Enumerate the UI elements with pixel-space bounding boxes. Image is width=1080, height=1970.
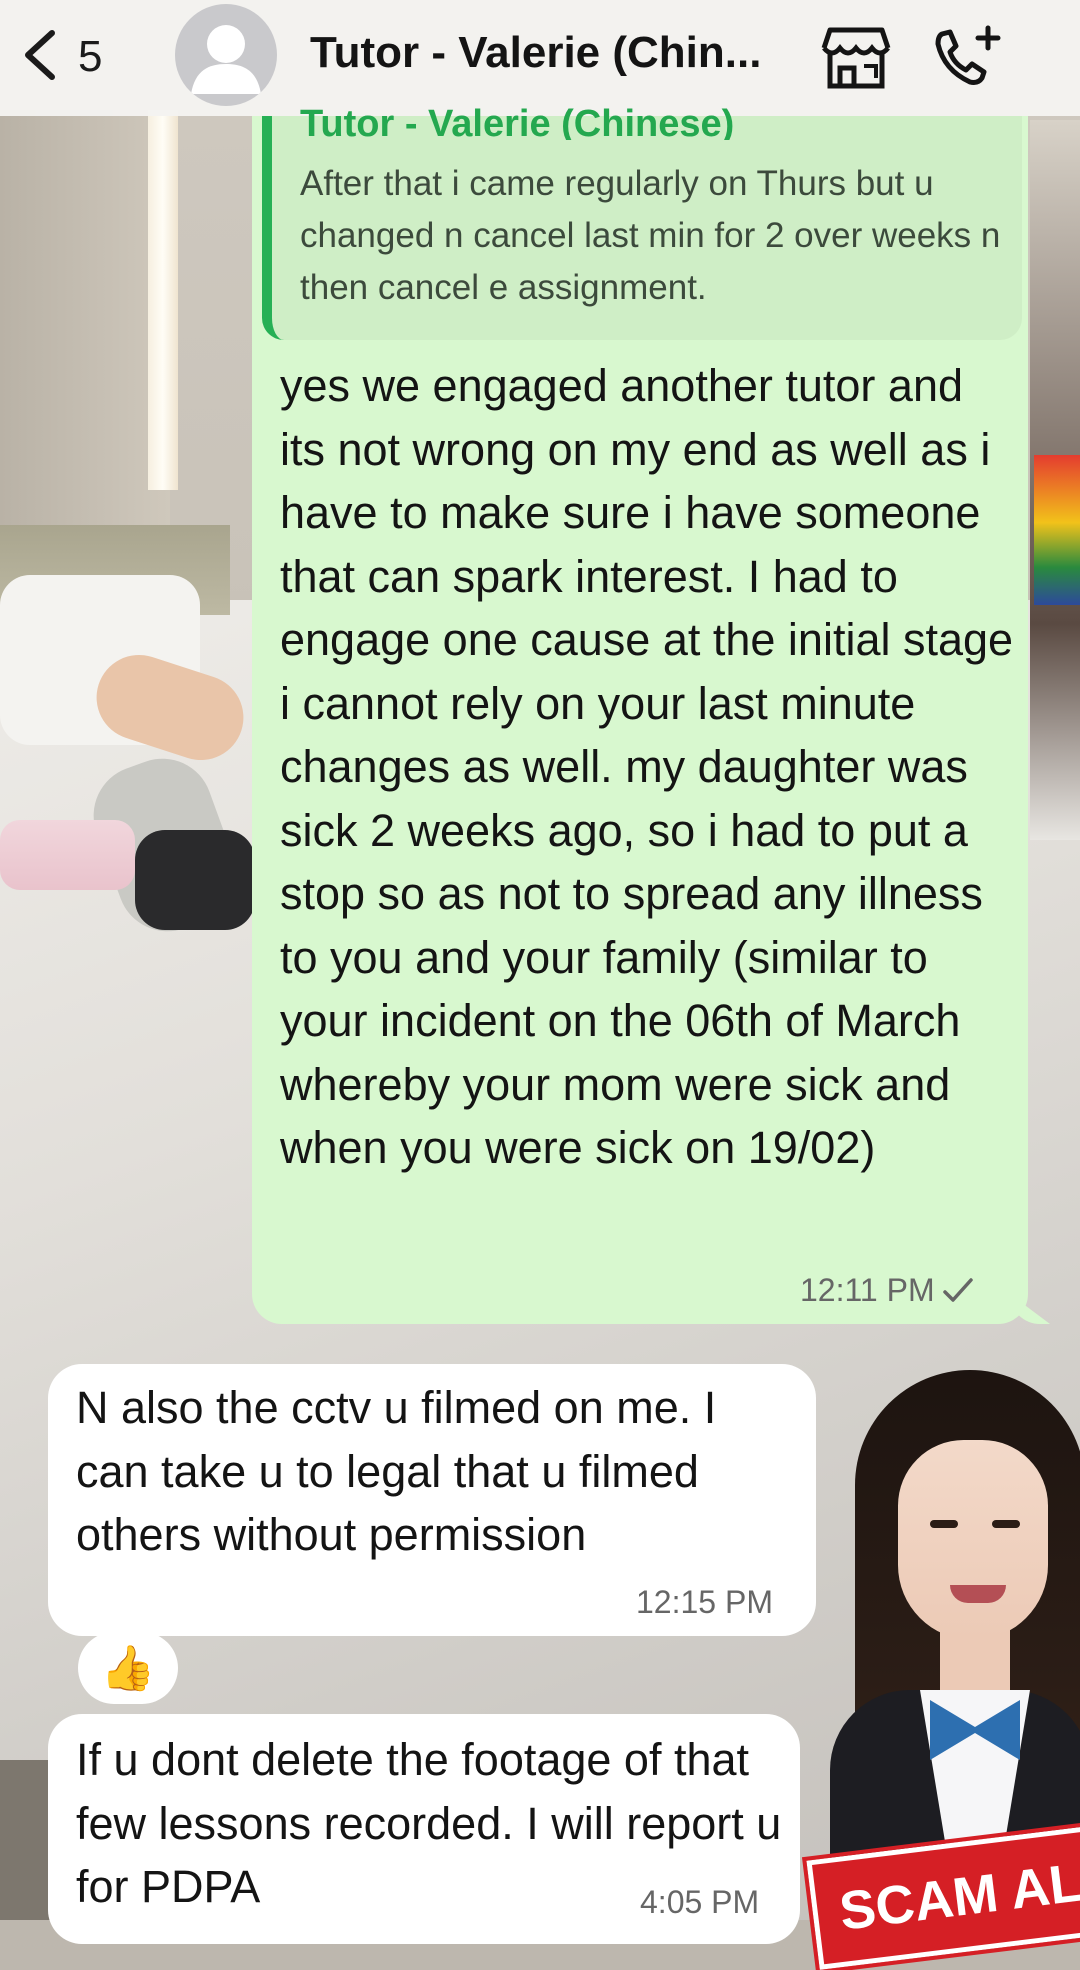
reaction-badge[interactable]: 👍 bbox=[78, 1632, 178, 1704]
sent-check-icon bbox=[941, 1276, 975, 1306]
thumbs-up-icon: 👍 bbox=[100, 1644, 156, 1693]
business-catalog-button[interactable] bbox=[818, 24, 894, 90]
wallpaper-blanket bbox=[0, 820, 135, 890]
wallpaper-lamp bbox=[148, 110, 178, 490]
wallpaper-toy bbox=[1034, 455, 1080, 605]
outgoing-message-meta: 12:11 PM bbox=[800, 1272, 975, 1309]
chevron-left-icon bbox=[18, 27, 62, 88]
back-button[interactable]: 5 bbox=[18, 22, 102, 92]
contact-name[interactable]: Tutor - Valerie (Chin... bbox=[310, 28, 790, 78]
outgoing-message-text: yes we engaged another tutor and its not… bbox=[280, 360, 1014, 1173]
add-call-icon bbox=[930, 25, 1006, 94]
contact-avatar[interactable] bbox=[175, 4, 277, 106]
portrait-eye bbox=[992, 1520, 1020, 1528]
incoming-message-text: N also the cctv u filmed on me. I can ta… bbox=[76, 1382, 717, 1560]
portrait-face bbox=[898, 1440, 1048, 1640]
message-time: 4:05 PM bbox=[640, 1884, 760, 1920]
quoted-author: Tutor - Valerie (Chinese) bbox=[300, 103, 735, 140]
quoted-text: After that i came regularly on Thurs but… bbox=[300, 164, 1001, 307]
message-time: 12:15 PM bbox=[636, 1584, 773, 1620]
wallpaper-headboard bbox=[0, 110, 170, 530]
voice-call-button[interactable] bbox=[930, 24, 1006, 90]
message-time: 12:11 PM bbox=[800, 1272, 935, 1308]
unread-count: 5 bbox=[78, 32, 103, 81]
storefront-icon bbox=[818, 27, 894, 94]
portrait-eye bbox=[930, 1520, 958, 1528]
avatar-placeholder-icon bbox=[175, 25, 277, 106]
wallpaper-clothing bbox=[135, 830, 255, 930]
